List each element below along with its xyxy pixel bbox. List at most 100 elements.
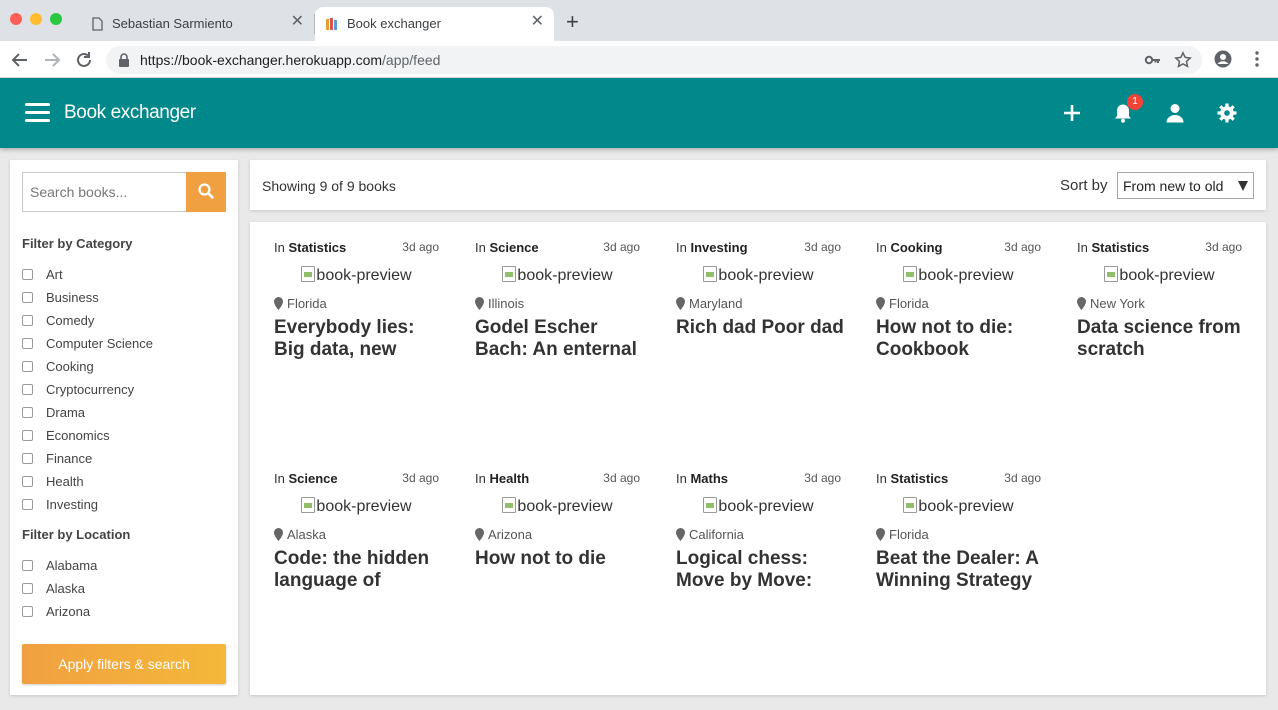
book-card[interactable]: In Statistics 3d ago book-preview Florid… — [274, 222, 439, 447]
checkbox[interactable] — [22, 476, 33, 487]
star-icon[interactable] — [1174, 51, 1192, 69]
close-icon[interactable]: ✕ — [531, 14, 544, 30]
tab-title: Sebastian Sarmiento — [112, 16, 233, 31]
book-card[interactable]: In Maths 3d ago book-preview California … — [676, 453, 841, 678]
broken-image-icon — [1104, 266, 1119, 282]
checkbox[interactable] — [22, 269, 33, 280]
book-card[interactable]: In Science 3d ago book-preview Illinois … — [475, 222, 640, 447]
category-option[interactable]: Computer Science — [22, 332, 153, 355]
category-name[interactable]: Statistics — [890, 471, 948, 486]
book-preview-image[interactable]: book-preview — [676, 497, 841, 516]
book-feed: In Statistics 3d ago book-preview Florid… — [250, 222, 1266, 695]
category-option[interactable]: Cryptocurrency — [22, 378, 153, 401]
category-name[interactable]: Statistics — [1091, 240, 1149, 255]
book-title[interactable]: Code: the hidden language of — [274, 548, 449, 592]
image-alt-text: book-preview — [718, 267, 814, 284]
checkbox[interactable] — [22, 338, 33, 349]
back-arrow-icon[interactable] — [9, 49, 31, 71]
category-name[interactable]: Science — [489, 240, 538, 255]
category-option[interactable]: Investing — [22, 493, 153, 516]
category-name[interactable]: Cooking — [890, 240, 942, 255]
book-title[interactable]: How not to die — [475, 548, 650, 570]
category-option[interactable]: Economics — [22, 424, 153, 447]
checkbox[interactable] — [22, 560, 33, 571]
checkbox[interactable] — [22, 606, 33, 617]
category-option[interactable]: Health — [22, 470, 153, 493]
book-card[interactable]: In Health 3d ago book-preview Arizona Ho… — [475, 453, 640, 678]
reload-icon[interactable] — [73, 49, 95, 71]
book-preview-image[interactable]: book-preview — [676, 266, 841, 285]
category-option[interactable]: Art — [22, 263, 153, 286]
category-name[interactable]: Maths — [690, 471, 728, 486]
checkbox[interactable] — [22, 361, 33, 372]
category-option[interactable]: Business — [22, 286, 153, 309]
brand-title[interactable]: Book exchanger — [64, 102, 196, 124]
profile-icon[interactable] — [1214, 50, 1232, 68]
checkbox[interactable] — [22, 430, 33, 441]
category-label: Drama — [46, 405, 86, 420]
category-option[interactable]: Finance — [22, 447, 153, 470]
book-preview-image[interactable]: book-preview — [274, 266, 439, 285]
book-title[interactable]: How not to die: Cookbook — [876, 317, 1051, 361]
book-location: New York — [1077, 296, 1145, 311]
book-preview-image[interactable]: book-preview — [475, 497, 640, 516]
apply-filters-button[interactable]: Apply filters & search — [22, 644, 226, 684]
category-name[interactable]: Investing — [690, 240, 747, 255]
location-option[interactable]: Alabama — [22, 554, 97, 577]
checkbox[interactable] — [22, 583, 33, 594]
checkbox[interactable] — [22, 407, 33, 418]
book-category: In Cooking — [876, 240, 942, 255]
checkbox[interactable] — [22, 384, 33, 395]
book-title[interactable]: Beat the Dealer: A Winning Strategy — [876, 548, 1051, 592]
hamburger-menu-icon[interactable] — [25, 103, 50, 123]
book-preview-image[interactable]: book-preview — [274, 497, 439, 516]
location-filter-title: Filter by Location — [22, 527, 131, 542]
browser-tab-sebastian[interactable]: Sebastian Sarmiento ✕ — [80, 7, 314, 41]
category-option[interactable]: Drama — [22, 401, 153, 424]
checkbox[interactable] — [22, 292, 33, 303]
book-title[interactable]: Everybody lies: Big data, new — [274, 317, 449, 361]
search-button[interactable] — [186, 172, 226, 212]
location-option[interactable]: Alaska — [22, 577, 97, 600]
book-preview-image[interactable]: book-preview — [1077, 266, 1242, 285]
sort-select[interactable]: From new to old — [1117, 172, 1254, 199]
location-option[interactable]: Arizona — [22, 600, 97, 623]
book-card[interactable]: In Science 3d ago book-preview Alaska Co… — [274, 453, 439, 678]
key-icon[interactable] — [1144, 51, 1162, 69]
forward-arrow-icon[interactable] — [41, 49, 63, 71]
checkbox[interactable] — [22, 453, 33, 464]
book-card[interactable]: In Statistics 3d ago book-preview Florid… — [876, 453, 1041, 678]
minimize-window-button[interactable] — [30, 13, 42, 25]
book-card[interactable]: In Investing 3d ago book-preview Marylan… — [676, 222, 844, 447]
category-name[interactable]: Statistics — [288, 240, 346, 255]
add-book-icon[interactable] — [1061, 102, 1083, 124]
book-preview-image[interactable]: book-preview — [475, 266, 640, 285]
user-icon[interactable] — [1164, 102, 1186, 124]
category-option[interactable]: Comedy — [22, 309, 153, 332]
settings-gear-icon[interactable] — [1216, 102, 1238, 124]
location-pin-icon — [676, 528, 685, 541]
category-name[interactable]: Health — [489, 471, 529, 486]
close-window-button[interactable] — [10, 13, 22, 25]
category-name[interactable]: Science — [288, 471, 337, 486]
maximize-window-button[interactable] — [50, 13, 62, 25]
more-menu-icon[interactable] — [1248, 50, 1266, 68]
book-title[interactable]: Data science from scratch — [1077, 317, 1252, 361]
category-option[interactable]: Cooking — [22, 355, 153, 378]
book-title[interactable]: Logical chess: Move by Move: — [676, 548, 851, 592]
app-header: Book exchanger 1 — [0, 78, 1278, 148]
book-preview-image[interactable]: book-preview — [876, 266, 1041, 285]
address-bar[interactable]: https://book-exchanger.herokuapp.com/app… — [106, 46, 1202, 74]
browser-tab-book-exchanger[interactable]: Book exchanger ✕ — [315, 7, 554, 41]
search-input[interactable] — [22, 172, 187, 212]
checkbox[interactable] — [22, 499, 33, 510]
book-title[interactable]: Rich dad Poor dad — [676, 317, 851, 339]
close-icon[interactable]: ✕ — [291, 14, 304, 30]
book-card[interactable]: In Cooking 3d ago book-preview Florida H… — [876, 222, 1041, 447]
new-tab-icon[interactable]: + — [566, 11, 579, 33]
checkbox[interactable] — [22, 315, 33, 326]
book-card[interactable]: In Statistics 3d ago book-preview New Yo… — [1077, 222, 1242, 447]
location-pin-icon — [876, 528, 885, 541]
book-preview-image[interactable]: book-preview — [876, 497, 1041, 516]
book-title[interactable]: Godel Escher Bach: An enternal — [475, 317, 650, 361]
